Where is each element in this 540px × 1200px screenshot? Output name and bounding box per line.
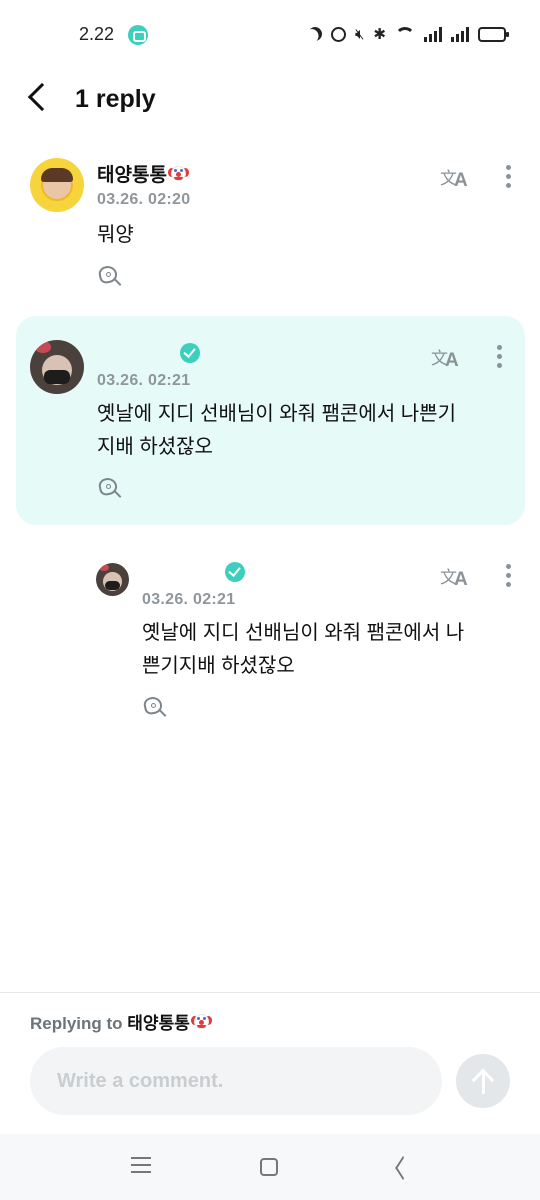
clown-face-icon xyxy=(190,1011,212,1032)
avatar[interactable] xyxy=(30,340,84,394)
back-button[interactable] xyxy=(22,80,52,114)
system-nav-bar xyxy=(0,1134,540,1200)
author-name: 태양통통 xyxy=(97,165,167,186)
mute-icon: 🔇︎ xyxy=(354,25,365,43)
page-title: 1 reply xyxy=(75,85,156,113)
comment-timestamp: 03.26. 02:21 xyxy=(142,591,236,608)
verified-badge-icon xyxy=(225,562,245,582)
wifi-icon xyxy=(395,27,415,41)
reaction-icon[interactable] xyxy=(97,264,124,290)
footer-divider xyxy=(0,992,540,993)
app-notification-icon xyxy=(128,25,148,45)
battery-icon xyxy=(478,26,509,42)
moon-icon xyxy=(305,24,324,43)
clown-face-icon xyxy=(167,163,189,184)
avatar[interactable] xyxy=(96,563,129,596)
alarm-icon xyxy=(330,26,346,42)
comment-text: 옛날에 지디 선배님이 와줘 팸콘에서 나 쁜기지배 하셨잖오 xyxy=(142,622,465,677)
avatar[interactable] xyxy=(30,158,84,212)
home-icon[interactable] xyxy=(260,1158,278,1176)
translate-icon[interactable]: 文A xyxy=(440,563,472,590)
comment-text: 뭐양 xyxy=(97,224,134,246)
more-options-icon[interactable] xyxy=(503,564,513,590)
more-options-icon[interactable] xyxy=(503,165,513,191)
comment-timestamp: 03.26. 02:20 xyxy=(97,191,191,208)
arrow-up-icon xyxy=(473,1068,493,1094)
comment-timestamp: 03.26. 02:21 xyxy=(97,372,191,389)
status-icons: 🔇︎ ✱ xyxy=(305,22,509,46)
back-icon[interactable] xyxy=(392,1158,410,1176)
verified-badge-icon xyxy=(180,343,200,363)
translate-icon[interactable]: 文A xyxy=(431,344,463,371)
replying-to-name: 태양통통 xyxy=(127,1014,190,1033)
signal-icon xyxy=(451,26,469,42)
reaction-icon[interactable] xyxy=(97,476,124,502)
translate-icon[interactable]: 文A xyxy=(440,164,472,191)
bluetooth-icon: ✱ xyxy=(373,25,386,43)
reaction-icon[interactable] xyxy=(142,695,169,721)
send-button[interactable] xyxy=(456,1054,510,1108)
comment-author[interactable]: 태양통통 xyxy=(97,160,189,187)
comment-input[interactable] xyxy=(30,1047,442,1115)
comment-text: 옛날에 지디 선배님이 와줘 팸콘에서 나쁜기 지배 하셨잖오 xyxy=(97,403,456,458)
menu-icon[interactable] xyxy=(131,1157,151,1175)
more-options-icon[interactable] xyxy=(494,345,504,371)
status-bar: 2.22 🔇︎ ✱ xyxy=(0,0,540,68)
replying-to-label: Replying to 태양통통 xyxy=(30,1009,212,1034)
status-time: 2.22 xyxy=(79,24,115,44)
signal-icon xyxy=(424,26,442,42)
